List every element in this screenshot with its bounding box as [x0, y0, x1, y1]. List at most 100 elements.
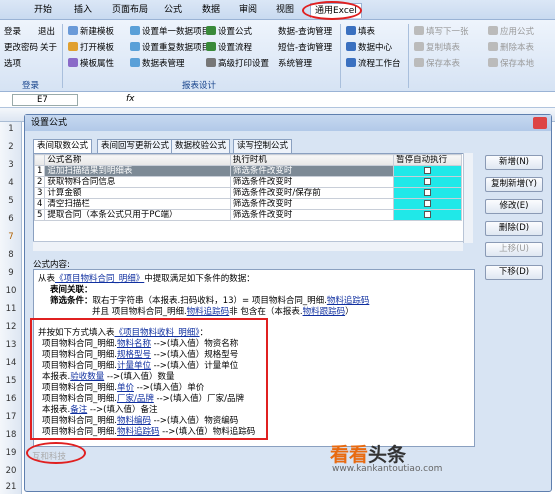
col-timing[interactable]: 执行时机 [229, 154, 395, 166]
highlight-oval [302, 1, 362, 20]
highlight-box [30, 318, 268, 440]
row-number: 17 [5, 412, 17, 422]
pause-checkbox[interactable] [424, 200, 432, 207]
data-table-manage-button[interactable]: 数据表管理 [130, 58, 185, 70]
data-query-manage-button[interactable]: 数据-查询管理 [278, 26, 332, 38]
fill-form-button[interactable]: 填表 [346, 26, 375, 38]
move-down-button[interactable]: 下移(D) [485, 265, 543, 280]
row-number: 21 [5, 482, 17, 492]
fill-next-button[interactable]: 填写下一张 [414, 26, 469, 38]
advanced-print-button[interactable]: 高级打印设置 [206, 58, 269, 70]
ribbon-tab-bar: 开始 插入 页面布局 公式 数据 审阅 视图 通用Excel [0, 0, 555, 20]
move-up-button[interactable]: 上移(U) [485, 242, 543, 257]
copy-icon [414, 42, 424, 51]
tab-page-layout[interactable]: 页面布局 [108, 3, 152, 18]
delete-form-button[interactable]: 删除本表 [488, 42, 534, 54]
properties-icon [68, 58, 78, 67]
row-number: 4 [8, 178, 14, 188]
row-number: 13 [5, 340, 17, 350]
new-button[interactable]: 新增(N) [485, 155, 543, 170]
table-row[interactable]: 1 追加扫描结果到明细表 筛选条件改变时 [33, 165, 462, 177]
col-formula-name[interactable]: 公式名称 [44, 154, 231, 166]
workflow-icon [206, 42, 216, 51]
watermark-logo: 看看头条 [330, 444, 407, 466]
table-row[interactable]: 4 清空扫描栏 筛选条件改变时 [33, 198, 462, 210]
open-template-button[interactable]: 打开模板 [68, 42, 114, 54]
group-label-login: 登录 [22, 81, 40, 91]
apply-formula-button[interactable]: 应用公式 [488, 26, 534, 38]
sms-query-manage-button[interactable]: 短信-查询管理 [278, 42, 332, 54]
about-button[interactable]: 关于 [40, 42, 57, 54]
row-number: 9 [8, 268, 14, 278]
formula-bar: E7 fx [0, 92, 555, 108]
tab-view[interactable]: 视图 [272, 3, 298, 18]
dialog-title: 设置公式 [25, 115, 551, 131]
repeat-data-icon [130, 42, 140, 51]
row-number: 11 [5, 304, 17, 314]
tab-formulas[interactable]: 公式 [160, 3, 186, 18]
set-workflow-button[interactable]: 设置流程 [206, 42, 252, 54]
system-manage-button[interactable]: 系统管理 [278, 58, 312, 70]
row-number: 8 [8, 250, 14, 260]
row-number: 6 [8, 214, 14, 224]
next-icon [414, 26, 424, 35]
printer-icon [206, 58, 216, 67]
pause-checkbox[interactable] [424, 178, 432, 185]
login-button[interactable]: 登录 [4, 26, 21, 38]
template-properties-button[interactable]: 模板属性 [68, 58, 114, 70]
save-form-button[interactable]: 保存本表 [414, 58, 460, 70]
row-number: 10 [5, 286, 17, 296]
name-box[interactable]: E7 [12, 94, 78, 106]
watermark-url: www.kankantoutiao.com [332, 464, 443, 474]
tab-review[interactable]: 审阅 [235, 3, 261, 18]
table-row[interactable]: 3 计算金额 筛选条件改变时/保存前 [33, 187, 462, 199]
copy-fill-button[interactable]: 复制填表 [414, 42, 460, 54]
row-number: 2 [8, 142, 14, 152]
open-folder-icon [68, 42, 78, 51]
pause-checkbox[interactable] [424, 189, 432, 196]
tab-home[interactable]: 开始 [30, 3, 56, 18]
table-header: 公式名称 执行时机 暂停自动执行 [33, 154, 462, 166]
tab-table-fetch-formula[interactable]: 表间取数公式 [33, 139, 93, 154]
tab-insert[interactable]: 插入 [70, 3, 96, 18]
fx-icon[interactable]: fx [126, 94, 135, 104]
single-data-icon [130, 26, 140, 35]
data-center-icon [346, 42, 356, 51]
set-single-data-button[interactable]: 设置单一数据项目 [130, 26, 210, 38]
col-pause-auto[interactable]: 暂停自动执行 [393, 154, 462, 166]
tab-writeback-formula[interactable]: 表间回写更新公式 [97, 139, 174, 153]
tab-validation-formula[interactable]: 数据校验公式 [171, 139, 231, 153]
table-row[interactable]: 2 获取物料合同信息 筛选条件改变时 [33, 176, 462, 188]
highlight-oval-footer [26, 442, 86, 464]
workflow-workbench-button[interactable]: 流程工作台 [346, 58, 401, 70]
pause-checkbox[interactable] [424, 211, 432, 218]
workbench-icon [346, 58, 356, 67]
table-row[interactable]: 5 提取合同（本条公式只用于PC端） 筛选条件改变时 [33, 209, 462, 221]
close-icon[interactable] [533, 117, 547, 129]
logout-button[interactable]: 退出 [38, 26, 55, 38]
options-button[interactable]: 选项 [4, 58, 21, 70]
data-center-button[interactable]: 数据中心 [346, 42, 392, 54]
edit-button[interactable]: 修改(E) [485, 199, 543, 214]
group-label-report-design: 报表设计 [182, 81, 217, 91]
list-hscrollbar[interactable] [33, 241, 463, 251]
row-number: 12 [5, 322, 17, 332]
change-password-button[interactable]: 更改密码 [4, 42, 38, 54]
list-scrollbar[interactable] [463, 153, 473, 243]
row-number: 7 [8, 232, 14, 242]
delete-button[interactable]: 删除(D) [485, 221, 543, 236]
save-local-button[interactable]: 保存本地 [488, 58, 534, 70]
set-repeat-data-button[interactable]: 设置重复数据项目 [130, 42, 210, 54]
new-template-button[interactable]: 新建模板 [68, 26, 114, 38]
set-formula-button[interactable]: 设置公式 [206, 26, 252, 38]
tab-readwrite-control-formula[interactable]: 读写控制公式 [233, 139, 293, 153]
row-number: 3 [8, 160, 14, 170]
copy-new-button[interactable]: 复制新增(Y) [485, 177, 543, 192]
delete-icon [488, 42, 498, 51]
row-number: 15 [5, 376, 17, 386]
tab-data[interactable]: 数据 [198, 3, 224, 18]
formula-list: 公式名称 执行时机 暂停自动执行 1 追加扫描结果到明细表 筛选条件改变时 2 … [33, 153, 471, 243]
table-icon [130, 58, 140, 67]
pause-checkbox[interactable] [424, 167, 432, 174]
formula-icon [206, 26, 216, 35]
